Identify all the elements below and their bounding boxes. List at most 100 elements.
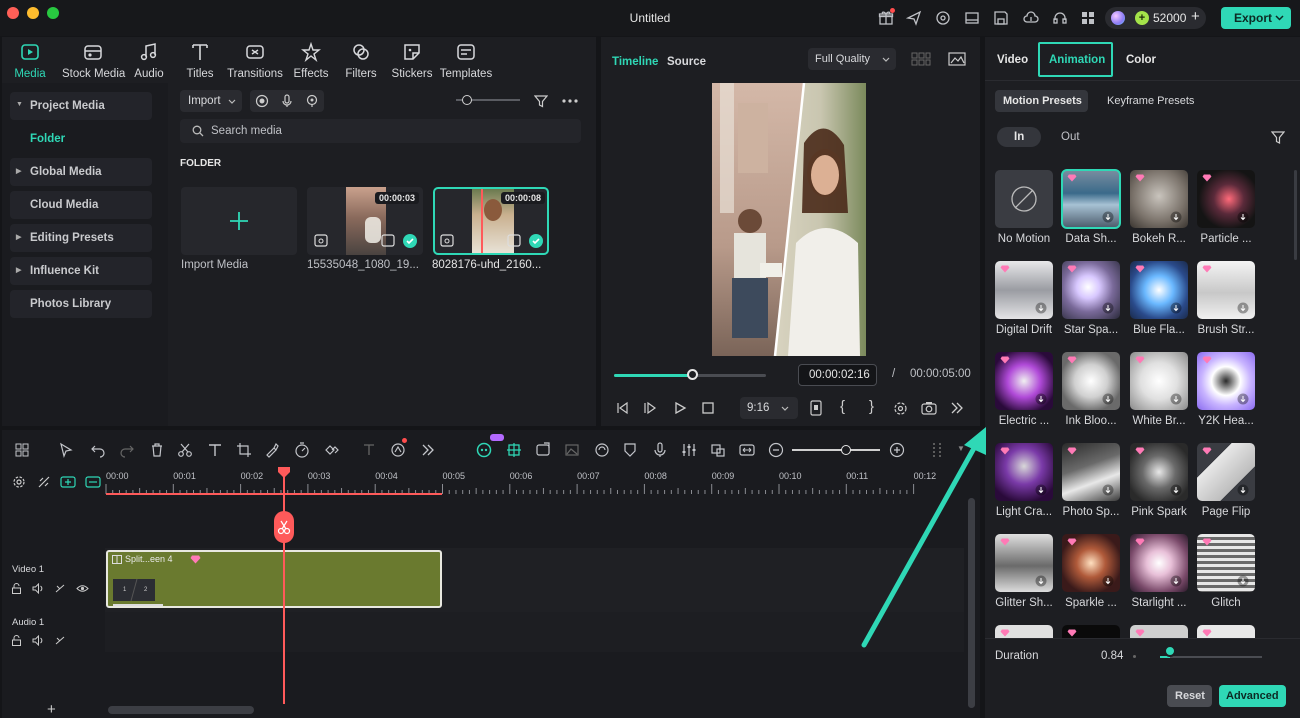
play-icon[interactable]	[673, 401, 687, 415]
mask-icon[interactable]	[622, 442, 638, 458]
motion-preset-brush[interactable]	[1197, 261, 1255, 319]
mark-clip-icon[interactable]	[809, 400, 823, 416]
filter-icon[interactable]	[534, 94, 548, 108]
search-media-field[interactable]: Search media	[180, 119, 581, 143]
redo-icon[interactable]	[119, 442, 135, 458]
motion-preset-more[interactable]	[1062, 625, 1120, 638]
camera-snapshot-icon[interactable]	[921, 401, 937, 415]
reset-button[interactable]: Reset	[1167, 685, 1212, 707]
motion-preset-more[interactable]	[1130, 625, 1188, 638]
record-voice-icon[interactable]	[652, 442, 668, 458]
tab-color[interactable]: Color	[1126, 54, 1156, 66]
tab-templates[interactable]: Templates	[438, 42, 494, 80]
more-controls-icon[interactable]	[950, 402, 964, 414]
send-icon[interactable]	[906, 10, 924, 26]
snapshot-image-icon[interactable]	[948, 52, 966, 66]
tab-timeline[interactable]: Timeline	[612, 56, 658, 68]
text-tool-icon[interactable]	[207, 442, 223, 458]
support-icon[interactable]	[935, 10, 953, 26]
motion-preset-pink[interactable]	[1130, 443, 1188, 501]
tab-video[interactable]: Video	[997, 54, 1028, 66]
timeline-clip[interactable]: Split...een 4 1 2	[106, 550, 442, 608]
preview-video-frame[interactable]	[712, 83, 866, 356]
audio-mixer-icon[interactable]	[681, 442, 697, 458]
motion-preset-more[interactable]	[1197, 625, 1255, 638]
grid-apps-icon[interactable]	[1080, 10, 1098, 26]
tab-source[interactable]: Source	[667, 56, 706, 68]
tab-stickers[interactable]: Stickers	[384, 42, 440, 80]
motion-preset-lightcra[interactable]	[995, 443, 1053, 501]
tab-stock-media[interactable]: Stock Media	[62, 42, 125, 80]
sidebar-item-editing-presets[interactable]: ▶ Editing Presets	[10, 224, 152, 252]
zoom-out-icon[interactable]	[768, 442, 784, 458]
export-button[interactable]: Export	[1221, 7, 1291, 29]
add-video-track-icon[interactable]	[60, 476, 76, 488]
sidebar-item-photos-library[interactable]: Photos Library	[10, 290, 152, 318]
motion-preset-glitter[interactable]	[995, 534, 1053, 592]
motion-preset-page[interactable]	[1197, 443, 1255, 501]
voiceover-icon[interactable]	[305, 94, 319, 108]
color-icon[interactable]	[264, 442, 280, 458]
motion-preset-digital[interactable]	[995, 261, 1053, 319]
motion-preset-photo[interactable]	[1062, 443, 1120, 501]
lock-icon[interactable]	[11, 635, 22, 646]
sidebar-item-folder[interactable]: Folder	[10, 125, 152, 153]
cloud-upload-icon[interactable]	[1023, 10, 1041, 26]
previous-frame-icon[interactable]	[615, 401, 629, 415]
motion-preset-bokeh[interactable]	[1130, 170, 1188, 228]
text-to-speech-icon[interactable]	[362, 442, 378, 458]
crop-icon[interactable]	[236, 442, 252, 458]
tab-titles[interactable]: Titles	[172, 42, 228, 80]
sidebar-item-project-media[interactable]: ▼ Project Media	[10, 92, 152, 120]
ai-tools-icon[interactable]	[390, 442, 406, 458]
split-scissors-button[interactable]	[274, 511, 294, 543]
stabilize-icon[interactable]	[594, 442, 610, 458]
tab-media[interactable]: Media	[2, 42, 58, 80]
motion-preset-ink[interactable]	[1062, 352, 1120, 410]
motion-preset-electric[interactable]	[995, 352, 1053, 410]
timeline-horizontal-scrollbar[interactable]	[108, 706, 254, 714]
mark-out-icon[interactable]: }	[869, 398, 874, 415]
presets-scrollbar[interactable]	[1294, 170, 1297, 260]
select-tool-icon[interactable]	[58, 442, 74, 458]
motion-preset-white[interactable]	[1130, 352, 1188, 410]
speed-icon[interactable]	[294, 442, 310, 458]
motion-preset-glitch[interactable]	[1197, 534, 1255, 592]
layout-icon[interactable]	[964, 10, 982, 26]
image-tool-icon[interactable]	[564, 442, 580, 458]
toggle-in[interactable]: In	[997, 127, 1041, 147]
fit-timeline-icon[interactable]	[739, 442, 755, 458]
speaker-icon[interactable]	[32, 583, 44, 594]
add-audio-track-icon[interactable]	[85, 476, 101, 488]
playhead-marker[interactable]	[278, 467, 290, 478]
split-icon[interactable]	[177, 442, 193, 458]
media-item-1[interactable]: 00:00:03	[307, 187, 423, 255]
more-options-icon[interactable]	[562, 99, 578, 103]
aspect-ratio-dropdown[interactable]: 9:16	[740, 397, 798, 419]
more-tools-icon[interactable]	[420, 442, 436, 458]
sidebar-item-cloud-media[interactable]: Cloud Media	[10, 191, 152, 219]
sidebar-item-influence-kit[interactable]: ▶ Influence Kit	[10, 257, 152, 285]
thumbnail-size-handle[interactable]	[462, 95, 472, 105]
motion-preset-data[interactable]	[1061, 169, 1121, 229]
speaker-icon[interactable]	[32, 635, 44, 646]
motion-preset-blue[interactable]	[1130, 261, 1188, 319]
auto-reframe-icon[interactable]	[535, 442, 551, 458]
grid-view-icon[interactable]	[911, 52, 931, 66]
tab-effects[interactable]: Effects	[283, 42, 339, 80]
import-media-tile[interactable]	[181, 187, 297, 255]
quality-dropdown[interactable]: Full Quality	[808, 48, 896, 70]
advanced-button[interactable]: Advanced	[1219, 685, 1286, 707]
playhead-handle[interactable]	[687, 369, 699, 380]
microphone-icon[interactable]	[280, 94, 294, 108]
play-frame-icon[interactable]	[644, 401, 658, 415]
timeline-zoom-handle[interactable]	[841, 445, 851, 455]
record-icon[interactable]	[255, 94, 269, 108]
motion-preset-more[interactable]	[995, 625, 1053, 638]
ai-copilot-icon[interactable]	[476, 442, 492, 458]
motion-preset-sparkle[interactable]	[1062, 534, 1120, 592]
motion-preset-starlight[interactable]	[1130, 534, 1188, 592]
mark-in-icon[interactable]: {	[840, 398, 845, 415]
motion-preset-y2k[interactable]	[1197, 352, 1255, 410]
eye-icon[interactable]	[76, 584, 89, 593]
